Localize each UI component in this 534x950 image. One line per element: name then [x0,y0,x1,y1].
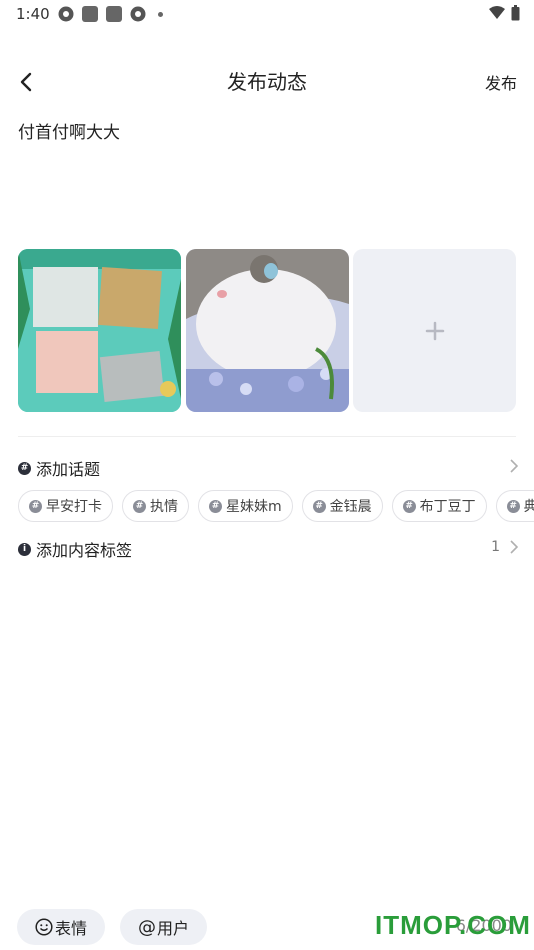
chevron-right-icon [510,459,518,473]
topic-chip-list: # 早安打卡 # 执情 # 星妹妹m # 金钰晨 # 布丁豆丁 # 典 [18,490,534,522]
topic-chip[interactable]: # 布丁豆丁 [391,490,487,522]
mention-user-button[interactable]: @ 用户 [120,909,208,945]
topic-chip-label: 布丁豆丁 [419,499,476,515]
add-photo-button[interactable] [353,249,516,412]
publish-button[interactable]: 发布 [485,70,517,94]
notification-icons [58,6,163,22]
topic-chip[interactable]: # 典 [495,490,534,522]
topic-chip-label: 早安打卡 [46,499,102,515]
hashtag-icon: # [209,499,222,513]
hashtag-icon: # [312,499,326,513]
divider [18,436,516,437]
app-icon [82,6,98,22]
add-content-tag-row[interactable]: i 添加内容标签 1 [18,537,518,561]
hashtag-icon: # [18,461,31,475]
wifi-icon [489,6,505,19]
hashtag-icon: # [506,499,520,513]
add-content-tag-label: 添加内容标签 [36,541,133,560]
info-icon: i [18,542,31,556]
status-time: 1:40 [16,5,50,23]
emoji-button[interactable]: 表情 [17,909,106,945]
topic-chip[interactable]: # 星妹妹m [198,490,293,522]
topic-chip-label: 执情 [150,499,178,515]
chevron-right-icon [510,540,518,554]
at-icon: @ [138,916,156,938]
hashtag-icon: # [402,499,416,513]
plus-icon [425,321,444,340]
watermark: ITMOP.COM [375,910,531,940]
page-title: 发布动态 [227,70,307,94]
topic-chip[interactable]: # 金钰晨 [301,490,383,522]
topic-chip-label: 星妹妹m [226,499,282,515]
system-icons [489,5,520,21]
photo-thumbnail-collage[interactable] [18,249,181,412]
smiley-icon [35,918,53,936]
emoji-label: 表情 [55,919,88,938]
hashtag-icon: # [29,499,42,513]
post-text-input[interactable]: 付首付啊大大 [18,118,120,143]
topic-chip-label: 典 [523,499,534,515]
add-topic-row[interactable]: # 添加话题 [18,456,518,480]
more-dot-icon [158,11,163,17]
app-icon [106,6,122,22]
topic-chip-label: 金钰晨 [329,499,372,515]
mention-user-label: 用户 [157,919,190,938]
add-topic-label: 添加话题 [36,460,101,479]
collage-image [18,249,181,412]
content-tag-count: 1 [491,539,500,555]
status-bar: 1:40 [0,0,534,28]
hashtag-icon: # [133,499,146,513]
battery-icon [511,5,520,21]
topic-chip[interactable]: # 执情 [122,490,189,522]
aperture-icon [130,6,146,22]
aperture-icon [58,6,74,22]
cat-image [186,249,349,412]
photo-thumbnail-cat[interactable] [186,249,349,412]
topic-chip[interactable]: # 早安打卡 [18,490,113,522]
